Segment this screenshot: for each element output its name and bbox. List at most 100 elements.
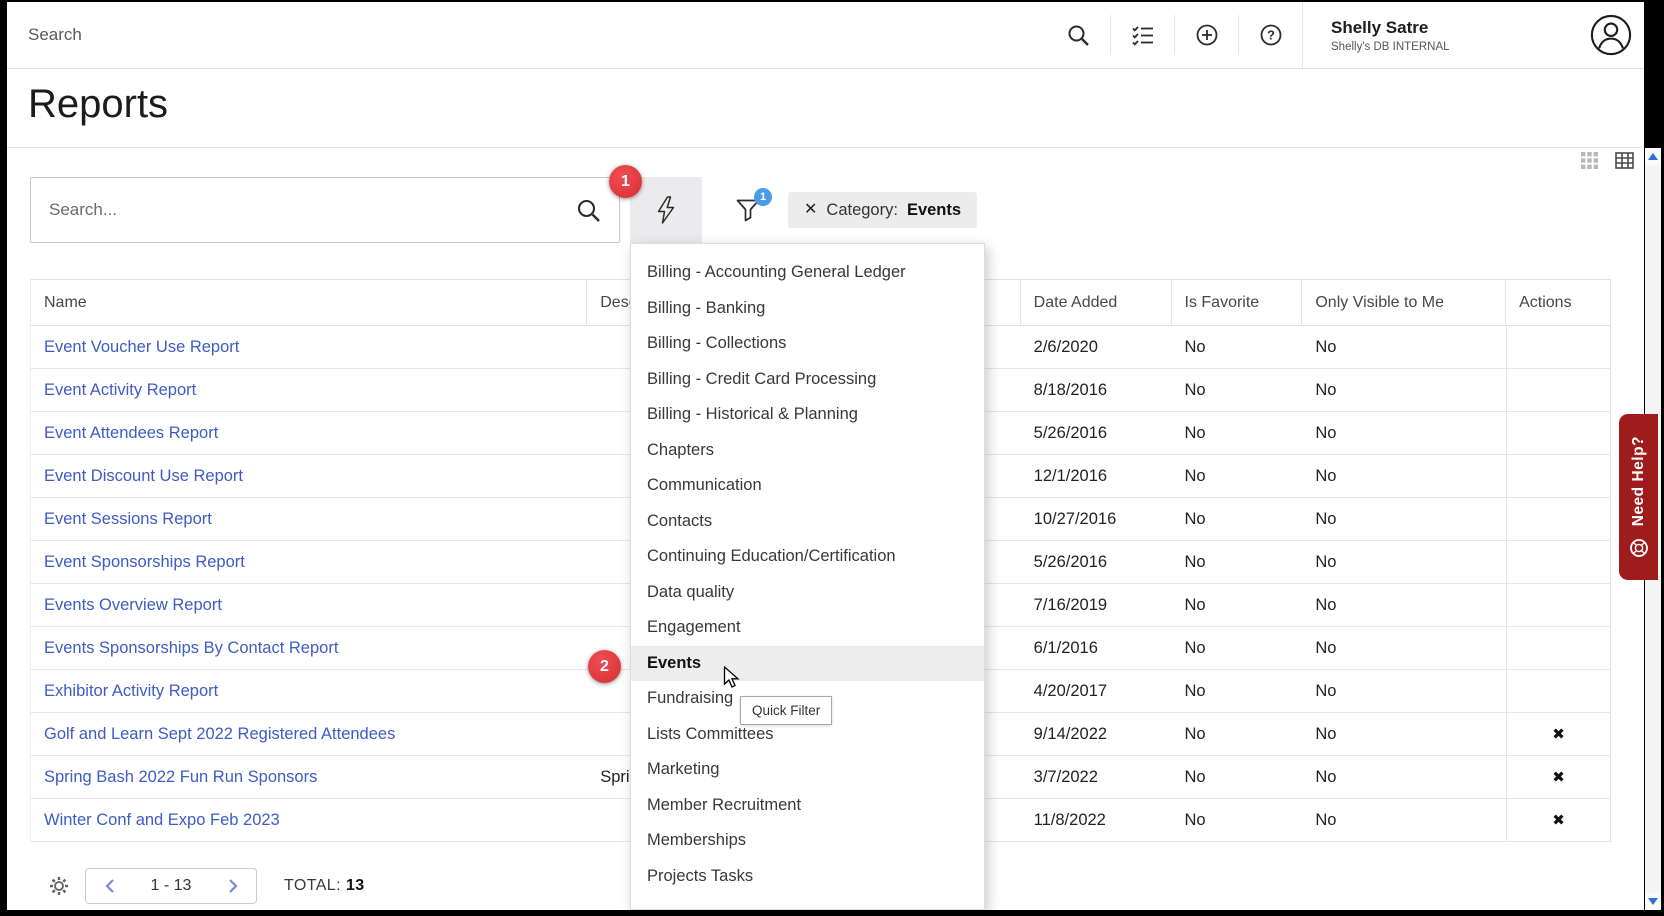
view-toggles: [1581, 152, 1634, 169]
report-link[interactable]: Golf and Learn Sept 2022 Registered Atte…: [44, 725, 395, 744]
remove-icon[interactable]: ✖: [1552, 768, 1565, 786]
filter-button[interactable]: 1: [735, 197, 761, 223]
task-list-icon[interactable]: [1111, 2, 1174, 68]
need-help-tab[interactable]: Need Help?: [1619, 414, 1658, 580]
clear-filter-icon[interactable]: ✕: [804, 202, 817, 218]
annotation-step-1: 1: [609, 165, 642, 198]
dropdown-item[interactable]: Billing - Historical & Planning: [631, 397, 984, 433]
date-added-cell: 10/27/2016: [1021, 498, 1172, 540]
dropdown-item[interactable]: Data quality: [631, 575, 984, 611]
report-link[interactable]: Spring Bash 2022 Fun Run Sponsors: [44, 768, 317, 787]
card-view-icon[interactable]: [1581, 152, 1598, 169]
only-visible-cell: No: [1302, 369, 1506, 411]
date-added-cell: 5/26/2016: [1021, 541, 1172, 583]
date-added-cell: 5/26/2016: [1021, 412, 1172, 454]
report-link[interactable]: Winter Conf and Expo Feb 2023: [44, 811, 280, 830]
is-favorite-cell: No: [1172, 756, 1303, 798]
dropdown-item[interactable]: Contacts: [631, 504, 984, 540]
total-value: 13: [346, 877, 365, 894]
next-page-button[interactable]: [209, 869, 256, 903]
active-filter-chip[interactable]: ✕ Category: Events: [788, 192, 977, 228]
only-visible-cell: No: [1302, 584, 1506, 626]
dropdown-item[interactable]: Continuing Education/Certification: [631, 539, 984, 575]
dropdown-item[interactable]: Memberships: [631, 823, 984, 859]
only-visible-cell: No: [1302, 627, 1506, 669]
filter-count-badge: 1: [754, 188, 772, 206]
report-search-input[interactable]: [49, 200, 576, 220]
column-header-name[interactable]: Name: [31, 280, 587, 325]
pagination: 1 - 13: [85, 868, 257, 904]
help-circle-icon[interactable]: ?: [1239, 2, 1302, 68]
date-added-cell: 4/20/2017: [1021, 670, 1172, 712]
column-header-only-visible[interactable]: Only Visible to Me: [1302, 280, 1506, 325]
user-menu[interactable]: Shelly Satre Shelly's DB INTERNAL: [1302, 2, 1590, 68]
dropdown-item[interactable]: Billing - Banking: [631, 291, 984, 327]
column-header-is-favorite[interactable]: Is Favorite: [1172, 280, 1303, 325]
grid-settings-icon[interactable]: [48, 875, 70, 897]
avatar-icon[interactable]: [1590, 14, 1632, 56]
add-circle-icon[interactable]: [1175, 2, 1238, 68]
is-favorite-cell: No: [1172, 498, 1303, 540]
remove-icon[interactable]: ✖: [1552, 811, 1565, 829]
page-range: 1 - 13: [133, 877, 209, 895]
global-search-input[interactable]: [28, 25, 348, 45]
quick-filter-dropdown: Billing - Accounting General Ledger Bill…: [630, 243, 985, 910]
only-visible-cell: No: [1302, 412, 1506, 454]
page-title: Reports: [28, 82, 1644, 127]
is-favorite-cell: No: [1172, 412, 1303, 454]
report-link[interactable]: Events Overview Report: [44, 596, 222, 615]
only-visible-cell: No: [1302, 326, 1506, 368]
remove-icon[interactable]: ✖: [1552, 725, 1565, 743]
user-name: Shelly Satre: [1331, 18, 1590, 38]
dropdown-item[interactable]: Billing - Accounting General Ledger: [631, 255, 984, 291]
report-toolbar: 1 ✕ Category: Events: [30, 177, 977, 243]
report-link[interactable]: Event Sessions Report: [44, 510, 212, 529]
dropdown-item[interactable]: Member Recruitment: [631, 788, 984, 824]
dropdown-item[interactable]: Events: [631, 646, 984, 682]
app-window: ? Shelly Satre Shelly's DB INTERNAL Repo…: [7, 2, 1644, 910]
search-icon[interactable]: [1047, 2, 1110, 68]
dropdown-item[interactable]: Projects Tasks: [631, 859, 984, 895]
date-added-cell: 2/6/2020: [1021, 326, 1172, 368]
only-visible-cell: No: [1302, 756, 1506, 798]
report-link[interactable]: Events Sponsorships By Contact Report: [44, 639, 338, 658]
report-link[interactable]: Event Activity Report: [44, 381, 196, 400]
search-icon[interactable]: [576, 198, 601, 223]
only-visible-cell: No: [1302, 799, 1506, 841]
only-visible-cell: No: [1302, 541, 1506, 583]
dropdown-item[interactable]: Billing - Credit Card Processing: [631, 362, 984, 398]
column-header-date-added[interactable]: Date Added: [1021, 280, 1172, 325]
up-arrow-icon: [1648, 153, 1658, 160]
only-visible-cell: No: [1302, 670, 1506, 712]
is-favorite-cell: No: [1172, 627, 1303, 669]
previous-page-button[interactable]: [86, 869, 133, 903]
chevron-right-icon: [227, 877, 239, 895]
dropdown-item[interactable]: Billing - Collections: [631, 326, 984, 362]
dropdown-item[interactable]: Engagement: [631, 610, 984, 646]
report-search-box: [30, 177, 620, 243]
date-added-cell: 3/7/2022: [1021, 756, 1172, 798]
scroll-up-button[interactable]: [1645, 148, 1661, 165]
report-link[interactable]: Event Sponsorships Report: [44, 553, 245, 572]
annotation-step-2: 2: [588, 650, 621, 683]
is-favorite-cell: No: [1172, 326, 1303, 368]
dropdown-item[interactable]: Marketing: [631, 752, 984, 788]
only-visible-cell: No: [1302, 713, 1506, 755]
only-visible-cell: No: [1302, 455, 1506, 497]
report-link[interactable]: Event Attendees Report: [44, 424, 218, 443]
column-header-actions: Actions: [1506, 280, 1610, 325]
dropdown-item[interactable]: Communication: [631, 468, 984, 504]
down-arrow-icon: [1648, 898, 1658, 905]
date-added-cell: 7/16/2019: [1021, 584, 1172, 626]
report-link[interactable]: Event Voucher Use Report: [44, 338, 239, 357]
filter-chip-value: Events: [907, 201, 961, 220]
is-favorite-cell: No: [1172, 713, 1303, 755]
table-view-icon[interactable]: [1615, 152, 1634, 169]
report-link[interactable]: Event Discount Use Report: [44, 467, 243, 486]
is-favorite-cell: No: [1172, 799, 1303, 841]
top-bar-actions: ? Shelly Satre Shelly's DB INTERNAL: [1047, 2, 1644, 68]
report-link[interactable]: Exhibitor Activity Report: [44, 682, 218, 701]
dropdown-item[interactable]: Chapters: [631, 433, 984, 469]
user-database: Shelly's DB INTERNAL: [1331, 41, 1590, 53]
scroll-down-button[interactable]: [1645, 893, 1661, 910]
